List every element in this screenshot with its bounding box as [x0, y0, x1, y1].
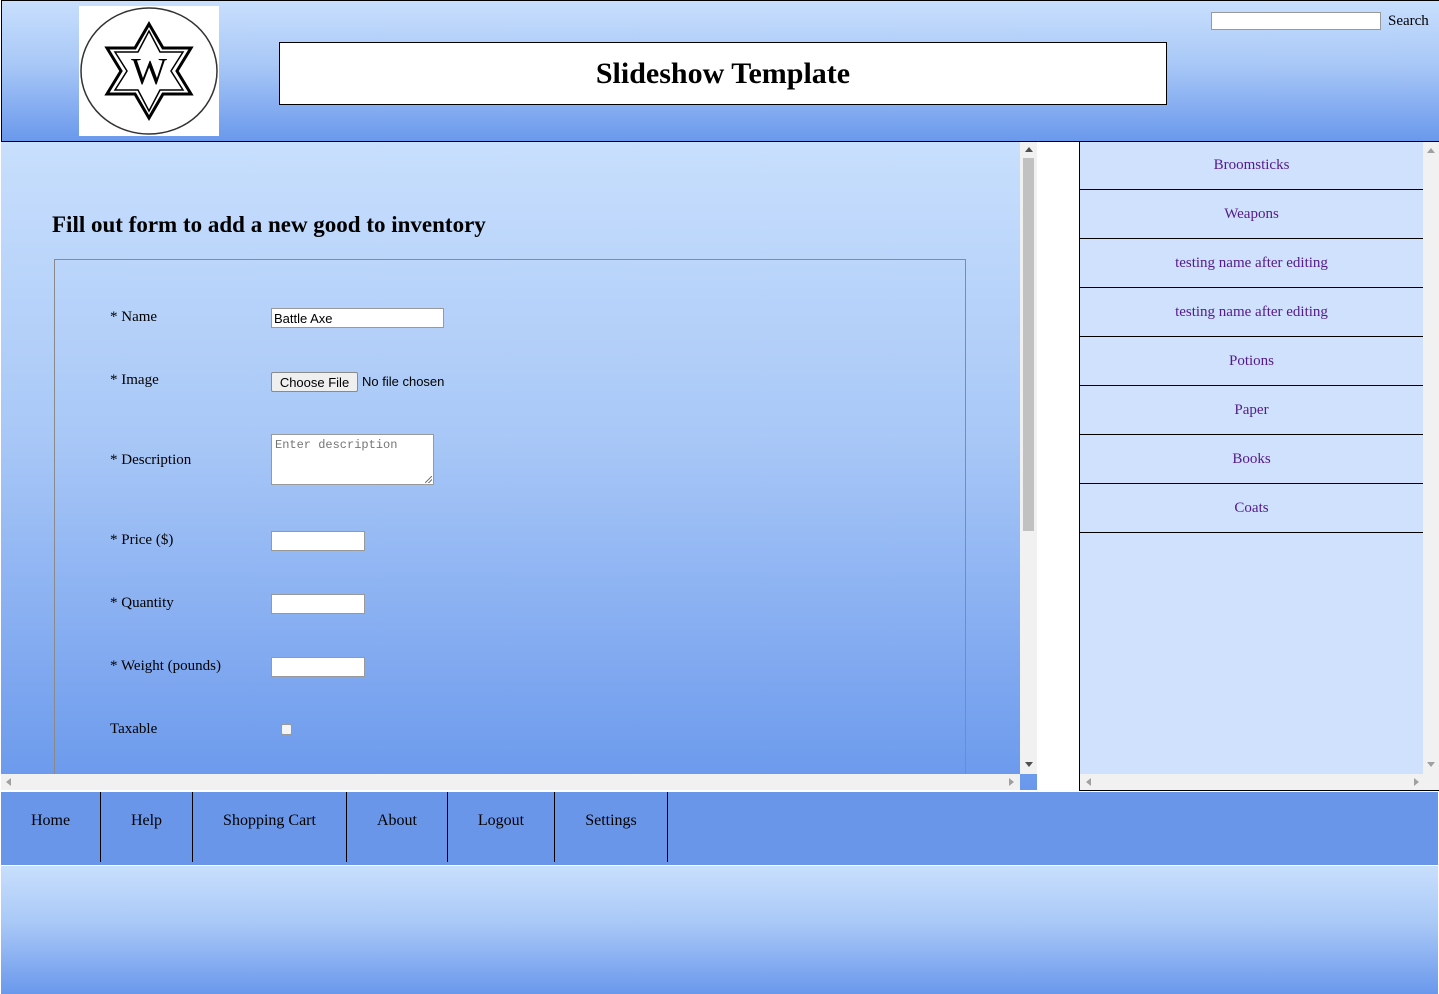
sidebar-scroll-right-icon[interactable]	[1414, 778, 1419, 786]
nav-settings[interactable]: Settings	[555, 792, 668, 862]
sidebar-item-coats[interactable]: Coats	[1080, 485, 1423, 533]
nav-about[interactable]: About	[347, 792, 448, 862]
main-scroll-thumb[interactable]	[1023, 158, 1034, 531]
sidebar-item-broomsticks[interactable]: Broomsticks	[1080, 142, 1423, 190]
name-label: * Name	[110, 309, 158, 325]
quantity-input[interactable]	[271, 594, 365, 614]
bottom-nav: Home Help Shopping Cart About Logout Set…	[1, 792, 1438, 865]
taxable-label: Taxable	[110, 721, 158, 737]
sidebar-vertical-scrollbar[interactable]	[1423, 142, 1439, 774]
main-content[interactable]: Fill out form to add a new good to inven…	[1, 142, 1037, 790]
site-logo: W	[79, 6, 219, 136]
description-label: * Description	[110, 452, 192, 468]
description-placeholder: Enter description	[275, 438, 398, 452]
choose-file-button[interactable]: Choose File	[271, 372, 358, 392]
sidebar-scroll-down-icon[interactable]	[1427, 762, 1435, 767]
main-vertical-scrollbar[interactable]	[1020, 142, 1037, 774]
taxable-checkbox[interactable]	[281, 724, 292, 735]
sidebar-item-testing-2[interactable]: testing name after editing	[1080, 289, 1423, 337]
price-label: * Price ($)	[110, 532, 174, 548]
sidebar-scroll-up-icon[interactable]	[1427, 148, 1435, 153]
form-heading: Fill out form to add a new good to inven…	[52, 212, 486, 237]
scroll-right-icon[interactable]	[1009, 778, 1014, 786]
category-sidebar[interactable]: Broomsticks Weapons testing name after e…	[1079, 142, 1439, 791]
add-good-form: * Name * Image Choose File No file chose…	[54, 259, 966, 790]
nav-home[interactable]: Home	[1, 792, 101, 862]
description-textarea[interactable]: Enter description	[271, 434, 434, 485]
sidebar-item-weapons[interactable]: Weapons	[1080, 191, 1423, 239]
scroll-left-icon[interactable]	[6, 778, 11, 786]
sidebar-horizontal-scrollbar[interactable]	[1080, 774, 1439, 790]
weight-input[interactable]	[271, 657, 365, 677]
sidebar-scroll-left-icon[interactable]	[1086, 778, 1091, 786]
sidebar-item-books[interactable]: Books	[1080, 436, 1423, 484]
search-label[interactable]: Search	[1388, 13, 1429, 30]
search-input[interactable]	[1211, 12, 1381, 30]
nav-shopping-cart[interactable]: Shopping Cart	[193, 792, 347, 862]
nav-logout[interactable]: Logout	[448, 792, 555, 862]
nav-help[interactable]: Help	[101, 792, 193, 862]
logo-letter: W	[131, 51, 167, 93]
weight-label: * Weight (pounds)	[110, 658, 222, 674]
quantity-label: * Quantity	[110, 595, 174, 611]
sidebar-item-paper[interactable]: Paper	[1080, 387, 1423, 435]
price-input[interactable]	[271, 531, 365, 551]
main-horizontal-scrollbar[interactable]	[1, 774, 1020, 790]
sidebar-item-testing-1[interactable]: testing name after editing	[1080, 240, 1423, 288]
page-footer	[1, 866, 1438, 994]
image-label: * Image	[110, 372, 159, 388]
page-title: Slideshow Template	[595, 56, 851, 90]
page-header: W Slideshow Template Search	[1, 0, 1439, 142]
name-input[interactable]	[271, 308, 444, 328]
file-status: No file chosen	[362, 374, 445, 389]
sidebar-item-potions[interactable]: Potions	[1080, 338, 1423, 386]
scroll-up-icon[interactable]	[1025, 147, 1033, 152]
page-title-box: Slideshow Template	[279, 42, 1167, 105]
scroll-down-icon[interactable]	[1025, 762, 1033, 767]
resize-grip-icon[interactable]	[425, 476, 432, 483]
